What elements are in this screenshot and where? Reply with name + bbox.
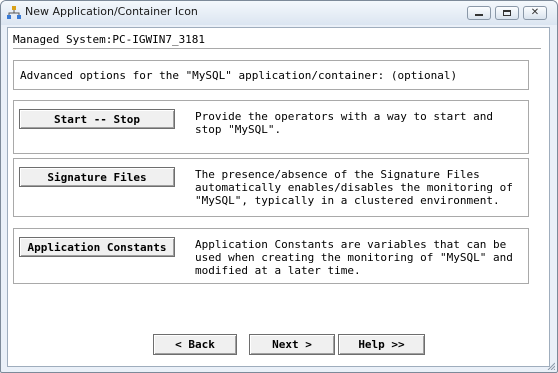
next-button[interactable]: Next >	[249, 334, 335, 355]
back-button[interactable]: < Back	[153, 334, 237, 355]
dialog-content: Managed System:PC-IGWIN7_3181 Advanced o…	[7, 27, 550, 367]
help-button[interactable]: Help >>	[338, 334, 425, 355]
start-stop-description: Provide the operators with a way to star…	[195, 110, 494, 136]
application-constants-description: Application Constants are variables that…	[195, 238, 513, 277]
maximize-button[interactable]	[495, 6, 519, 20]
maximize-icon	[503, 10, 511, 16]
managed-system-label: Managed System:PC-IGWIN7_3181	[13, 33, 206, 46]
app-tree-icon	[7, 6, 21, 19]
start-stop-section: Start -- Stop Provide the operators with…	[13, 100, 529, 154]
close-icon: ✕	[530, 7, 540, 18]
signature-files-section: Signature Files The presence/absence of …	[13, 158, 529, 217]
advanced-options-box: Advanced options for the "MySQL" applica…	[13, 60, 529, 90]
advanced-options-label: Advanced options for the "MySQL" applica…	[20, 69, 458, 82]
title-bar[interactable]: New Application/Container Icon ✕	[1, 1, 557, 25]
separator	[13, 48, 541, 49]
application-constants-button[interactable]: Application Constants	[19, 237, 175, 257]
start-stop-button[interactable]: Start -- Stop	[19, 109, 175, 129]
close-button[interactable]: ✕	[523, 6, 547, 20]
application-constants-section: Application Constants Application Consta…	[13, 228, 529, 284]
window-title: New Application/Container Icon	[25, 5, 198, 18]
minimize-icon	[475, 14, 483, 16]
dialog-window: New Application/Container Icon ✕ Managed…	[0, 0, 558, 373]
signature-files-description: The presence/absence of the Signature Fi…	[195, 168, 513, 207]
minimize-button[interactable]	[467, 6, 491, 20]
resize-grip-icon[interactable]	[547, 362, 555, 370]
signature-files-button[interactable]: Signature Files	[19, 167, 175, 187]
